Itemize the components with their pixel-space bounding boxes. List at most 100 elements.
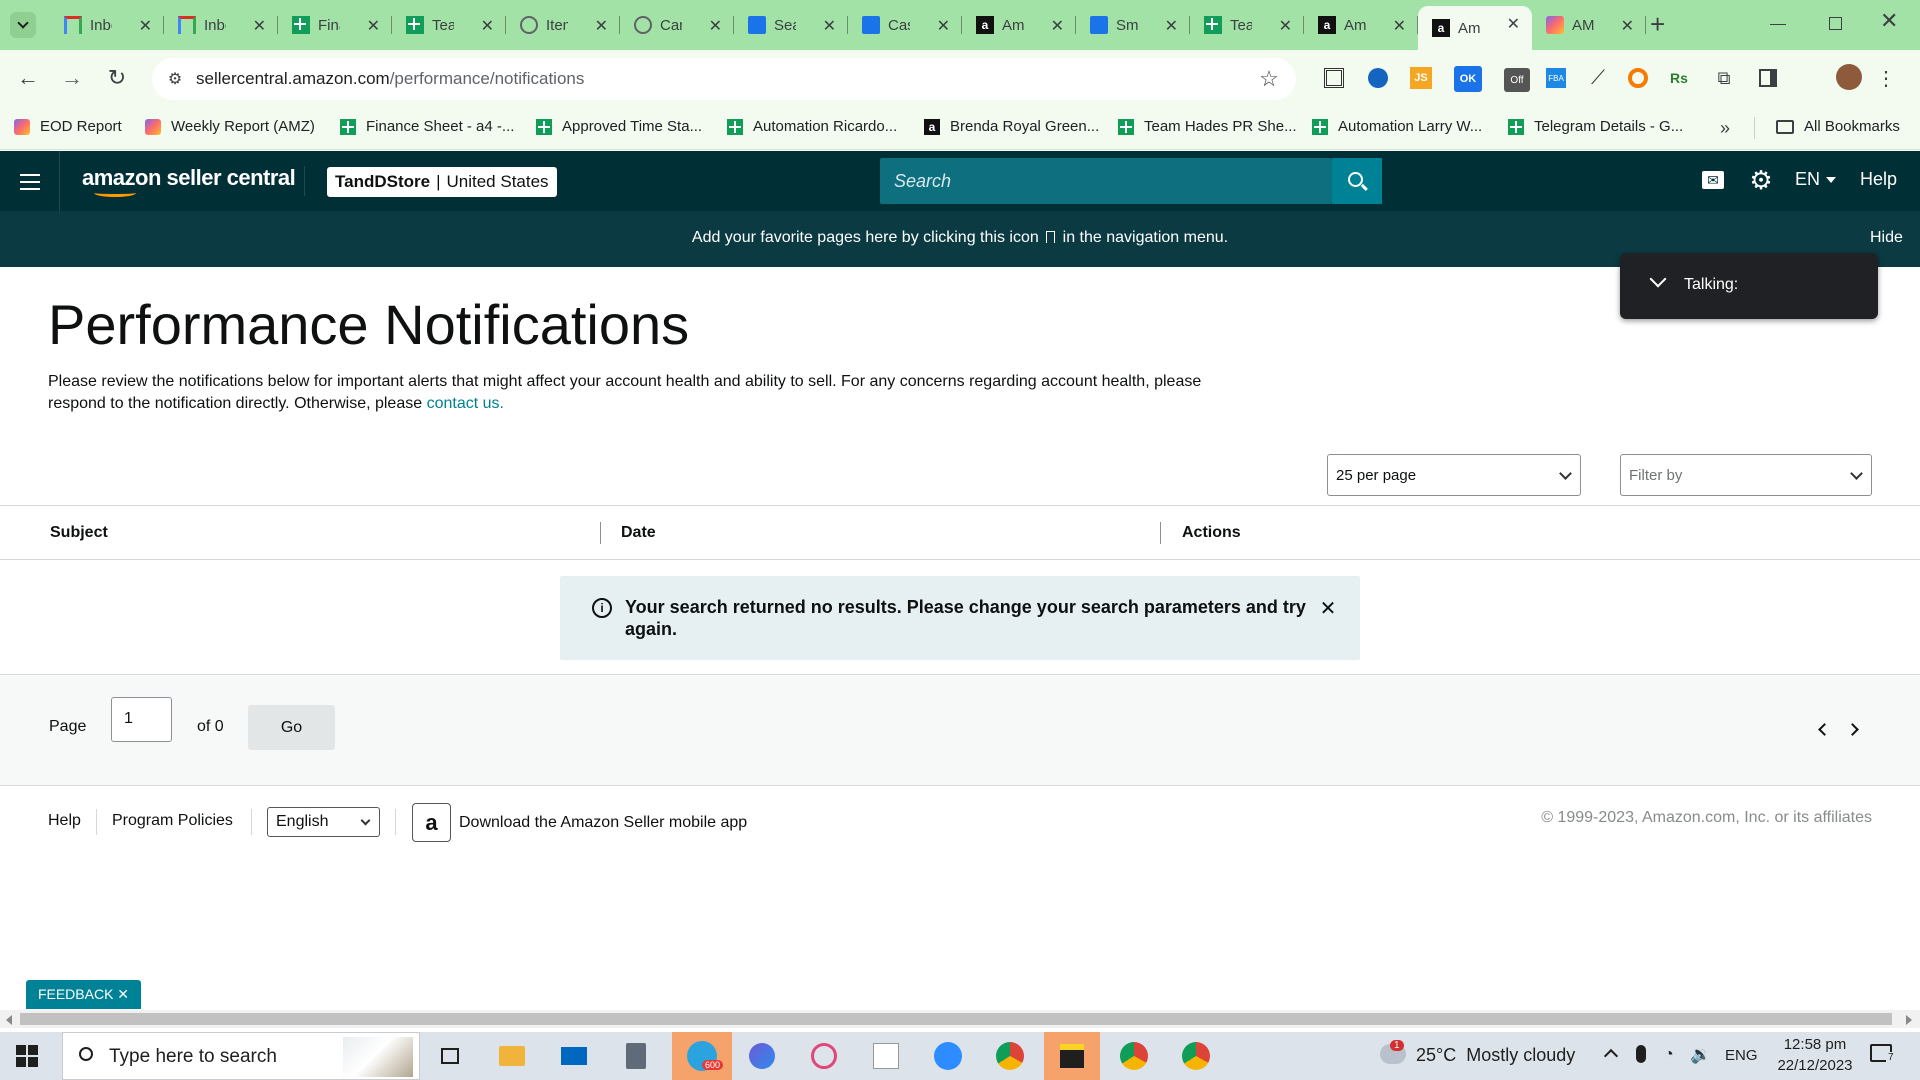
extension-blue-icon[interactable]: [1368, 68, 1388, 88]
all-bookmarks[interactable]: All Bookmarks: [1776, 118, 1900, 135]
browser-tab[interactable]: Inbox ✕: [50, 8, 164, 42]
browser-tab[interactable]: AM ✕: [1532, 8, 1646, 42]
close-tab-icon[interactable]: ✕: [367, 16, 380, 36]
qr-extension-icon[interactable]: [1324, 68, 1344, 88]
mail-app-icon[interactable]: [548, 1032, 600, 1080]
bookmark-item[interactable]: Telegram Details - G...: [1508, 118, 1683, 135]
task-view-icon[interactable]: [424, 1032, 476, 1080]
seller-app-download-link[interactable]: a Download the Amazon Seller mobile app: [412, 803, 747, 842]
feedback-button[interactable]: FEEDBACK ✕: [26, 980, 141, 1009]
scroll-left-arrow-icon[interactable]: [6, 1015, 12, 1025]
close-tab-icon[interactable]: ✕: [1621, 16, 1634, 36]
volume-icon[interactable]: 🔉: [1690, 1045, 1711, 1065]
close-tab-icon[interactable]: ✕: [1393, 16, 1406, 36]
browser-tab[interactable]: Inbox ✕: [164, 8, 278, 42]
activity-app-icon[interactable]: [860, 1032, 912, 1080]
horizontal-scrollbar[interactable]: [0, 1010, 1920, 1028]
profile-avatar[interactable]: [1836, 64, 1862, 90]
close-window-button[interactable]: ✕: [1880, 8, 1898, 34]
site-info-icon[interactable]: ⚙: [162, 66, 188, 92]
column-actions[interactable]: Actions: [1182, 524, 1241, 542]
copilot-icon[interactable]: [736, 1032, 788, 1080]
bookmark-item[interactable]: Automation Larry W...: [1312, 118, 1482, 135]
forward-icon[interactable]: →: [58, 64, 86, 92]
browser-tab[interactable]: Cas ✕: [848, 8, 962, 42]
close-alert-icon[interactable]: ✕: [1316, 596, 1340, 620]
search-input[interactable]: Search: [894, 171, 951, 192]
pen-extension-icon[interactable]: ⟋: [1586, 66, 1610, 90]
talking-popup[interactable]: Talking:: [1620, 253, 1878, 319]
browser-tab[interactable]: Finance ✕: [278, 8, 392, 42]
browser-tab[interactable]: a Am ✕: [962, 8, 1076, 42]
close-tab-icon[interactable]: ✕: [1507, 14, 1520, 34]
footer-help-link[interactable]: Help: [48, 812, 81, 830]
zoom-icon[interactable]: [922, 1032, 974, 1080]
go-button[interactable]: Go: [248, 705, 335, 750]
filter-by-select[interactable]: Filter by: [1620, 454, 1872, 496]
sidebar-toggle-icon[interactable]: [1759, 69, 1777, 87]
network-icon[interactable]: ◔: [1664, 1046, 1674, 1064]
puzzle-extensions-icon[interactable]: ⧉: [1712, 66, 1736, 90]
snipping-tool-icon[interactable]: [798, 1032, 850, 1080]
restore-button[interactable]: [1829, 17, 1842, 30]
chrome-profile-2-icon[interactable]: [1170, 1032, 1222, 1080]
next-page-icon[interactable]: [1846, 723, 1859, 736]
bookmark-item[interactable]: Automation Ricardo...: [727, 118, 897, 135]
microphone-icon[interactable]: [1636, 1045, 1646, 1063]
mail-icon[interactable]: ✉: [1702, 171, 1724, 189]
browser-tab[interactable]: Sea ✕: [734, 8, 848, 42]
more-bookmarks-icon[interactable]: »: [1720, 118, 1730, 139]
program-policies-link[interactable]: Program Policies: [112, 812, 233, 830]
js-extension-icon[interactable]: JS: [1410, 67, 1432, 89]
close-tab-icon[interactable]: ✕: [139, 16, 152, 36]
browser-tab[interactable]: a Am ✕: [1304, 8, 1418, 42]
close-tab-icon[interactable]: ✕: [709, 16, 722, 36]
browser-menu-icon[interactable]: ⋮: [1876, 66, 1896, 90]
scrollbar-thumb[interactable]: [20, 1013, 1892, 1025]
new-tab-button[interactable]: +: [1650, 10, 1665, 38]
close-tab-icon[interactable]: ✕: [253, 16, 266, 36]
tab-search-button[interactable]: [10, 12, 36, 38]
bookmark-item[interactable]: Weekly Report (AMZ): [145, 118, 315, 135]
hide-banner-button[interactable]: Hide: [1870, 229, 1903, 247]
off-extension-icon[interactable]: Off: [1504, 68, 1530, 92]
previous-page-icon[interactable]: [1818, 723, 1831, 736]
per-page-select[interactable]: 25 per page: [1327, 454, 1581, 496]
chrome-profile-icon[interactable]: [1108, 1032, 1160, 1080]
browser-tab[interactable]: Team ✕: [392, 8, 506, 42]
search-button[interactable]: [1332, 158, 1382, 204]
page-number-input[interactable]: 1: [111, 697, 172, 742]
telegram-icon[interactable]: 600: [672, 1032, 732, 1080]
hamburger-menu-button[interactable]: [20, 174, 40, 190]
close-tab-icon[interactable]: ✕: [1165, 16, 1178, 36]
scroll-right-arrow-icon[interactable]: [1906, 1015, 1912, 1025]
search-field[interactable]: Search: [880, 158, 1382, 204]
settings-gear-icon[interactable]: ⚙: [1746, 165, 1776, 195]
chrome-icon[interactable]: [984, 1032, 1036, 1080]
close-tab-icon[interactable]: ✕: [595, 16, 608, 36]
ok-extension-icon[interactable]: OK: [1454, 66, 1482, 92]
bookmark-item[interactable]: Team Hades PR She...: [1118, 118, 1297, 135]
help-link[interactable]: Help: [1860, 169, 1897, 190]
bookmark-star-icon[interactable]: ☆: [1256, 66, 1282, 92]
browser-tab[interactable]: Can ✕: [620, 8, 734, 42]
system-clock[interactable]: 12:58 pm 22/12/2023: [1770, 1034, 1860, 1076]
back-icon[interactable]: ←: [14, 64, 42, 92]
sticky-notes-icon[interactable]: [1044, 1032, 1100, 1080]
footer-language-select[interactable]: English: [267, 807, 380, 837]
reload-icon[interactable]: ↻: [103, 64, 131, 92]
language-selector[interactable]: EN: [1795, 169, 1837, 190]
close-tab-icon[interactable]: ✕: [1279, 16, 1292, 36]
orange-extension-icon[interactable]: [1628, 68, 1648, 88]
bookmark-item[interactable]: a Brenda Royal Green...: [924, 118, 1099, 135]
taskbar-search-box[interactable]: Type here to search: [62, 1032, 420, 1080]
close-tab-icon[interactable]: ✕: [823, 16, 836, 36]
close-tab-icon[interactable]: ✕: [937, 16, 950, 36]
close-tab-icon[interactable]: ✕: [481, 16, 494, 36]
browser-tab[interactable]: Sm ✕: [1076, 8, 1190, 42]
browser-tab[interactable]: Items ✕: [506, 8, 620, 42]
weather-text[interactable]: 25°C Mostly cloudy: [1416, 1045, 1575, 1066]
browser-tab[interactable]: a Am ✕: [1418, 6, 1532, 50]
bookmark-item[interactable]: Approved Time Sta...: [536, 118, 702, 135]
fba-extension-icon[interactable]: FBA: [1546, 68, 1566, 88]
